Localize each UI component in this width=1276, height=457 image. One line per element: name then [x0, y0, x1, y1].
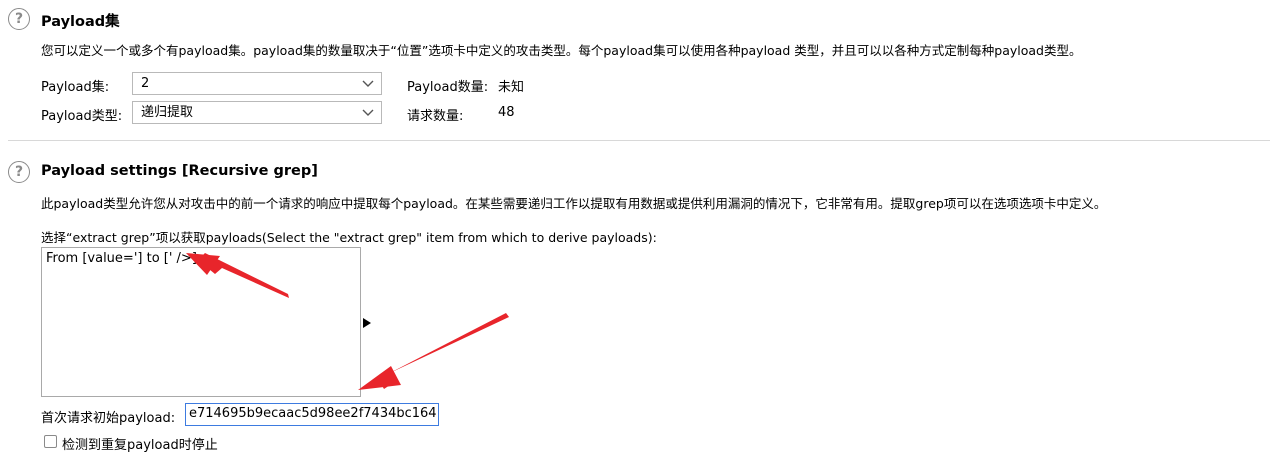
- payload-settings-title: Payload settings [Recursive grep]: [41, 163, 318, 179]
- extract-grep-prompt: 选择“extract grep”项以获取payloads(Select the …: [41, 230, 657, 245]
- initial-payload-value: e714695b9ecaac5d98ee2f7434bc164: [189, 406, 437, 421]
- section-divider: [8, 140, 1270, 141]
- initial-payload-label: 首次请求初始payload:: [41, 411, 176, 426]
- payload-set-select[interactable]: 2: [132, 72, 382, 95]
- payload-type-value: 递归提取: [141, 105, 194, 120]
- chevron-down-icon: [362, 80, 374, 87]
- request-count-value: 48: [498, 105, 515, 120]
- payload-settings-description: 此payload类型允许您从对攻击中的前一个请求的响应中提取每个payload。…: [41, 196, 1107, 211]
- chevron-down-icon: [362, 109, 374, 116]
- payload-set-label: Payload集:: [41, 80, 110, 95]
- help-icon[interactable]: ?: [8, 161, 30, 183]
- payload-set-value: 2: [141, 76, 150, 91]
- stop-on-duplicate-checkbox[interactable]: [44, 435, 57, 448]
- payload-sets-title: Payload集: [41, 14, 120, 30]
- text-caret: [437, 406, 438, 421]
- list-item[interactable]: From [value='] to [' />]: [46, 251, 197, 266]
- payload-type-label: Payload类型:: [41, 109, 123, 124]
- annotation-arrow-icon: [358, 313, 509, 390]
- request-count-label: 请求数量:: [407, 109, 464, 124]
- payload-count-label: Payload数量:: [407, 80, 489, 95]
- initial-payload-input[interactable]: e714695b9ecaac5d98ee2f7434bc164: [185, 403, 439, 426]
- help-icon[interactable]: ?: [8, 8, 30, 30]
- payload-type-select[interactable]: 递归提取: [132, 101, 382, 124]
- payload-sets-description: 您可以定义一个或多个有payload集。payload集的数量取决于“位置”选项…: [41, 43, 1082, 58]
- stop-on-duplicate-label: 检测到重复payload时停止: [62, 438, 218, 453]
- payload-count-value: 未知: [498, 80, 525, 95]
- extract-grep-list[interactable]: From [value='] to [' />]: [41, 247, 361, 397]
- expand-arrow-icon[interactable]: [362, 317, 372, 329]
